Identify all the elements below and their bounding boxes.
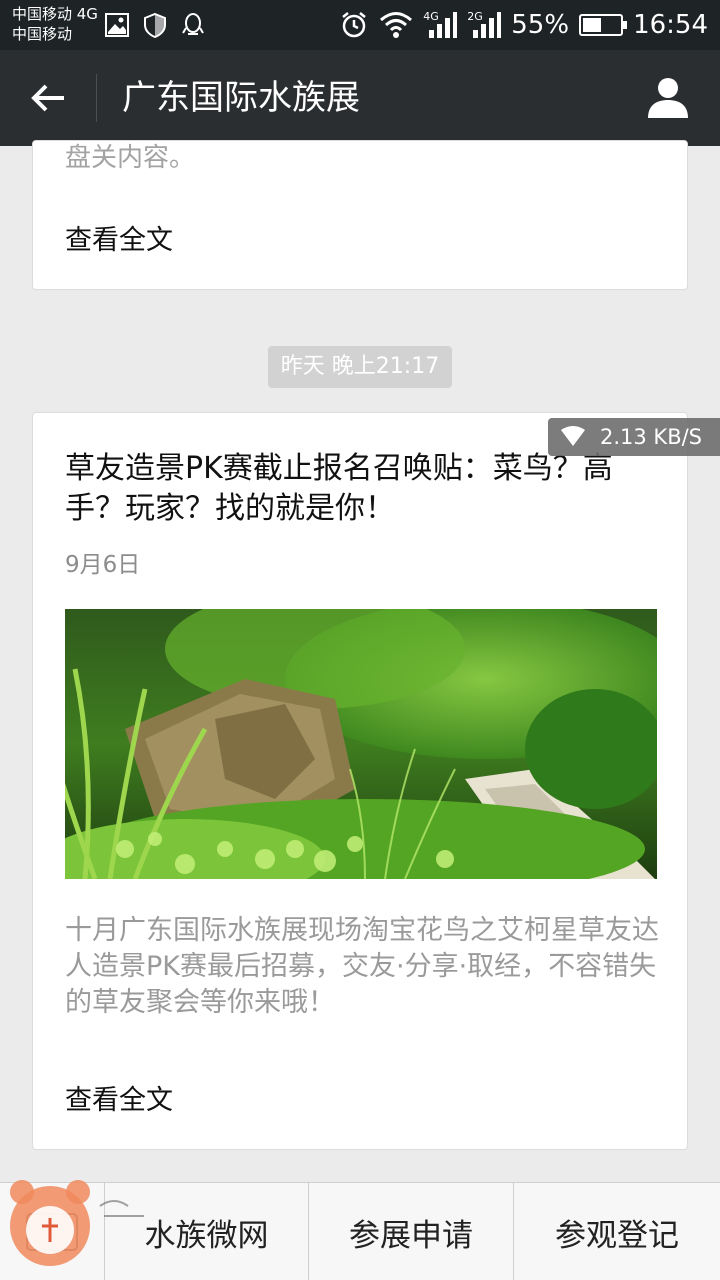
network-speed-badge: 2.13 KB/S [548,418,720,456]
clock: 16:54 [633,10,708,40]
message-timestamp: 昨天 晚上21:17 [268,346,452,388]
back-button[interactable] [16,74,80,122]
nav-divider [96,74,97,122]
nav-bar: 广东国际水族展 [0,50,720,146]
system-status: 4G 2G 55% 16:54 [339,8,708,42]
back-arrow-icon [31,84,64,112]
read-more-link[interactable]: 查看全文 [65,1083,173,1119]
battery-percent: 55% [511,10,570,40]
wifi-icon [561,426,585,446]
battery-level [583,18,602,32]
carrier-2: 中国移动 [12,25,73,43]
read-more-link[interactable]: 查看全文 [65,223,173,259]
qq-icon [182,13,204,35]
status-bar: 中国移动 4G 中国移动 4G 2G 55% 16:54 [0,0,720,50]
signal-icon: 2G [467,10,502,40]
person-icon [648,78,688,118]
wifi-icon [380,12,413,38]
bottom-menu: 水族微网 参展申请 参观登记 [0,1182,720,1280]
menu-item-aquarium-web[interactable]: 水族微网 [104,1183,308,1280]
menu-item-visitor-register[interactable]: 参观登记 [513,1183,720,1280]
article-card-previous: 盘关内容。 查看全文 [32,140,688,290]
notification-icons [104,12,206,38]
carrier-1: 中国移动 4G [12,5,98,23]
signal-icon: 4G [423,10,458,40]
article-card[interactable]: 草友造景PK赛截止报名召唤贴：菜鸟？高手？玩家？找的就是你！ 9月6日 十月广东… [32,412,688,1150]
article-cut-text: 盘关内容。 [65,143,196,173]
keyboard-toggle-button[interactable] [0,1183,104,1280]
article-cover-image[interactable] [65,609,657,879]
profile-button[interactable] [644,74,692,122]
aquascape-photo [65,609,657,879]
shield-icon [144,12,166,38]
article-date: 9月6日 [65,552,141,578]
page-title: 广东国际水族展 [122,78,360,118]
battery-icon [579,14,628,36]
carrier-info: 中国移动 4G 中国移动 [12,4,98,44]
article-description: 十月广东国际水族展现场淘宝花鸟之艾柯星草友达人造景PK赛最后招募，交友·分享·取… [65,915,659,1018]
article-title[interactable]: 草友造景PK赛截止报名召唤贴：菜鸟？高手？玩家？找的就是你！ [65,449,665,529]
menu-item-exhibit-apply[interactable]: 参展申请 [308,1183,513,1280]
network-speed-text: 2.13 KB/S [600,425,703,449]
image-icon [105,13,129,37]
alarm-icon [342,12,367,38]
keyboard-icon [26,1213,78,1251]
